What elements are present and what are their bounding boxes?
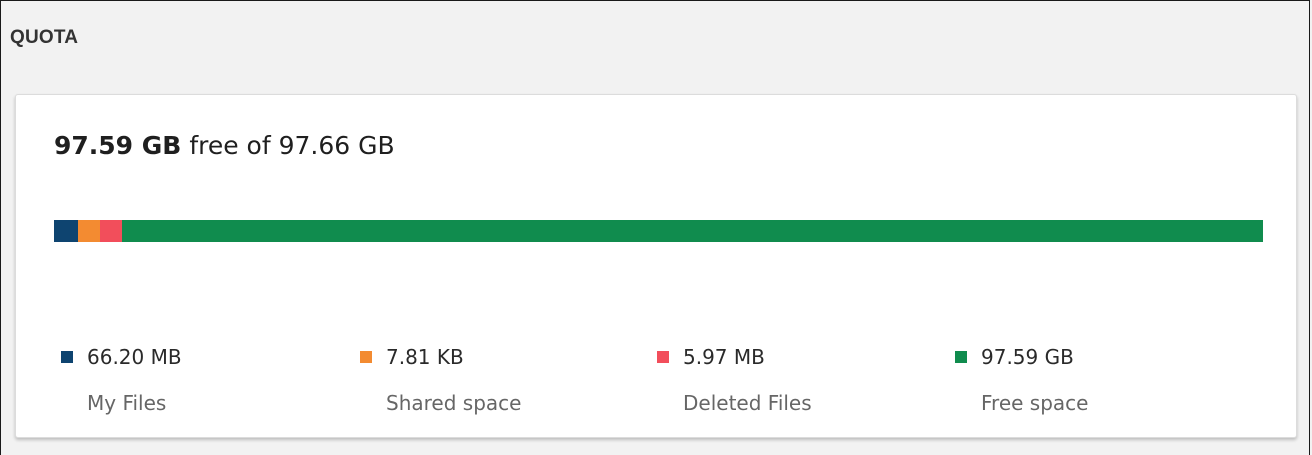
usage-bar-shared-space [77,220,100,242]
quota-card: 97.59 GB free of 97.66 GB 66.20 MB My Fi… [15,94,1297,438]
legend-item-my-files: 66.20 MB My Files [61,345,182,415]
legend-label: Deleted Files [683,391,812,415]
legend-label: My Files [87,391,167,415]
free-of-text: free of [189,131,271,160]
free-space-swatch-icon [955,351,967,363]
free-amount: 97.59 GB [54,131,182,160]
usage-bar-deleted-files [99,220,123,242]
quota-summary: 97.59 GB free of 97.66 GB [54,131,395,160]
legend-label: Free space [981,391,1089,415]
legend-label: Shared space [386,391,522,415]
section-title: QUOTA [10,27,79,48]
usage-bar [54,220,1263,242]
my-files-swatch-icon [61,351,73,363]
shared-space-swatch-icon [360,351,372,363]
usage-legend: 66.20 MB My Files 7.81 KB Shared space 5… [61,345,1211,425]
deleted-files-swatch-icon [657,351,669,363]
legend-value: 66.20 MB [87,345,182,369]
legend-value: 7.81 KB [386,345,464,369]
quota-panel: QUOTA 97.59 GB free of 97.66 GB 66.20 MB… [0,0,1310,455]
usage-bar-free-space [122,220,1263,242]
legend-item-shared-space: 7.81 KB Shared space [360,345,521,415]
legend-item-deleted-files: 5.97 MB Deleted Files [657,345,812,415]
total-amount: 97.66 GB [278,131,395,160]
legend-item-free-space: 97.59 GB Free space [955,345,1088,415]
legend-value: 97.59 GB [981,345,1074,369]
legend-value: 5.97 MB [683,345,765,369]
usage-bar-my-files [54,220,78,242]
